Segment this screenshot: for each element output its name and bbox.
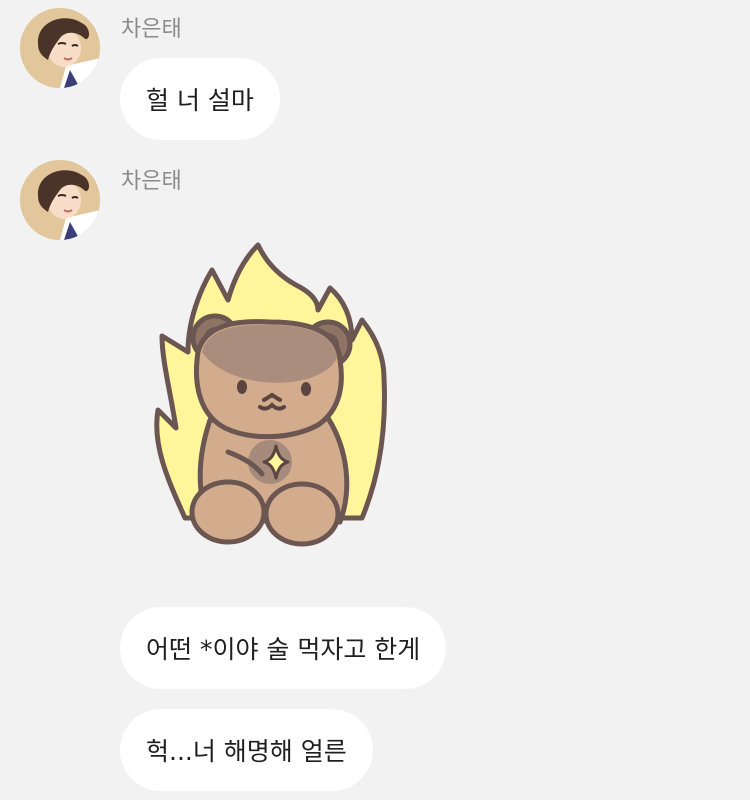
message-bubble[interactable]: 헉...너 해명해 얼른 bbox=[120, 709, 373, 791]
bear-sticker-icon bbox=[154, 242, 387, 547]
message-bubble[interactable]: 헐 너 설마 bbox=[120, 58, 280, 140]
profile-photo-icon bbox=[20, 8, 100, 88]
sender-name: 차은태 bbox=[121, 17, 182, 42]
profile-photo-icon bbox=[20, 160, 100, 240]
flaming-bear-sticker[interactable] bbox=[140, 238, 410, 558]
sender-avatar[interactable] bbox=[20, 8, 100, 88]
message-bubble[interactable]: 어떤 *이야 술 먹자고 한게 bbox=[120, 607, 447, 689]
sender-name: 차은태 bbox=[121, 169, 182, 194]
sender-avatar[interactable] bbox=[20, 160, 100, 240]
